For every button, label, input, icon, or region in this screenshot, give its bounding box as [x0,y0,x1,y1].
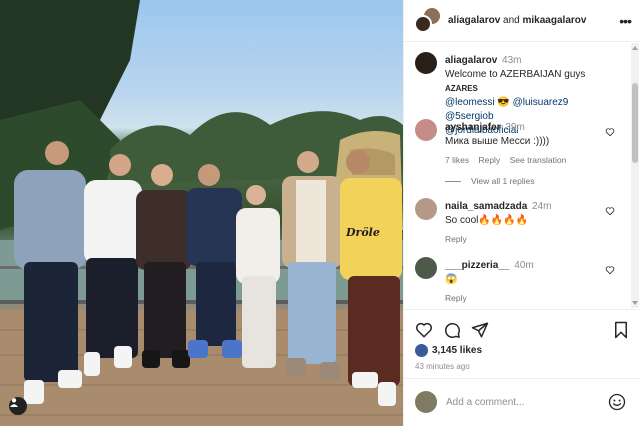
person-3 [136,164,192,368]
scroll-down-arrow-icon[interactable] [632,301,638,305]
mention[interactable]: @leomessi [445,97,495,108]
avatar-aliagalarov[interactable] [414,14,432,33]
likes-count[interactable]: 3,145 likes [432,345,482,356]
share-icon[interactable] [471,321,489,339]
add-comment-input[interactable] [446,393,596,411]
header-user-2[interactable]: mikaagalarov [523,15,587,26]
add-comment-bar [404,378,640,426]
likes-row[interactable]: 3,145 likes [415,344,482,357]
header-title: aliagalarov and mikaagalarov [448,15,586,26]
avatar[interactable] [415,119,437,141]
person-2 [84,154,142,376]
current-user-avatar [415,391,437,413]
person-7 [340,150,402,406]
header-avatars[interactable] [414,7,442,35]
person-5 [236,185,280,368]
view-replies-label: View all 1 replies [471,176,535,186]
reply-button[interactable]: Reply [445,293,467,303]
comment-time: 39m [505,122,525,133]
heart-icon[interactable] [605,265,615,275]
post-actions: 3,145 likes 43 minutes ago [404,309,640,389]
post-timestamp: 43 minutes ago [415,362,470,371]
caption-text: Welcome to AZERBAIJAN guys [445,69,586,80]
person-1 [14,141,86,404]
comment-text: 😱 [445,274,458,285]
action-icons [415,321,630,339]
comment-icon[interactable] [443,321,461,339]
caption-badge: AZARES [445,84,478,93]
scroll-thumb[interactable] [632,83,638,163]
scroll-up-arrow-icon[interactable] [632,46,638,50]
avatar[interactable] [415,257,437,279]
tagged-user-icon[interactable] [9,397,27,415]
reply-button[interactable]: Reply [445,234,467,244]
post-photo[interactable]: Dröle [0,0,403,426]
avatar[interactable] [415,52,437,74]
more-horizontal-icon[interactable]: ••• [619,13,632,29]
heart-icon[interactable] [605,127,615,137]
comment-likes[interactable]: 7 likes [445,155,469,165]
photo-scene: Dröle [0,0,403,426]
post-side-panel: aliagalarov and mikaagalarov ••• aliagal… [403,0,640,426]
see-translation-button[interactable]: See translation [510,155,567,165]
person-6 [282,151,342,380]
comment-user[interactable]: ___pizzeria__ [445,260,510,271]
comment-user[interactable]: ayshanjafer [445,122,501,133]
replies-divider [445,180,461,182]
liker-avatar [415,344,428,357]
sunglasses-emoji: 😎 [497,97,510,108]
comments-list: aliagalarov 43m Welcome to AZERBAIJAN gu… [404,43,630,307]
comment-text: Мика выше Месси :)))) [445,136,550,147]
header-user-1[interactable]: aliagalarov [448,15,500,26]
mention[interactable]: @luisuarez9 [513,97,569,108]
comment-time: 24m [532,201,552,212]
caption-user[interactable]: aliagalarov [445,55,497,66]
reply-button[interactable]: Reply [478,155,500,165]
bookmark-icon[interactable] [612,321,630,339]
heart-icon[interactable] [415,321,433,339]
header-joiner: and [503,15,520,26]
comments-scrollbar[interactable] [631,43,639,308]
heart-icon[interactable] [605,206,615,216]
comment-text: So cool🔥🔥🔥🔥 [445,215,529,226]
comment-user[interactable]: naila_samadzada [445,201,527,212]
comment-time: 40m [514,260,534,271]
avatar[interactable] [415,198,437,220]
post-header: aliagalarov and mikaagalarov ••• [404,0,640,42]
caption-time: 43m [502,55,522,66]
view-replies-button[interactable]: View all 1 replies [445,176,535,186]
shirt-text: Dröle [345,226,380,239]
smile-icon[interactable] [608,393,626,411]
